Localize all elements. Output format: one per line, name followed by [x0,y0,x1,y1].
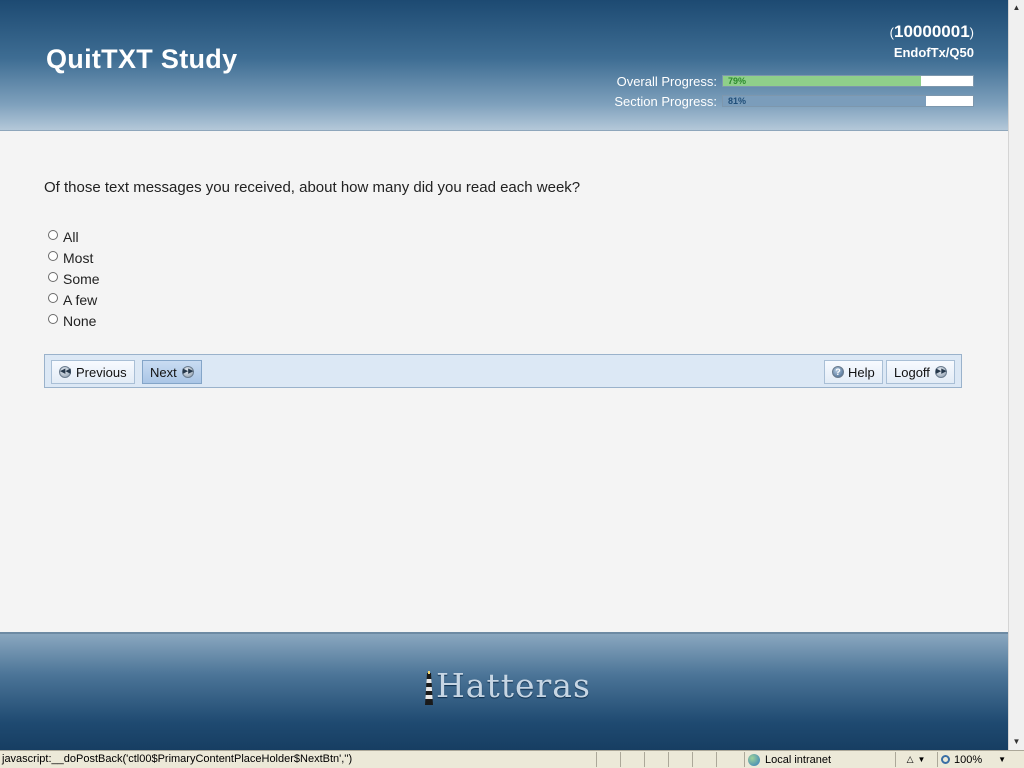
radio-button[interactable] [48,229,58,240]
zoom-control[interactable]: 100% ▼ [937,752,1006,767]
scroll-up-icon[interactable]: ▲ [1009,0,1024,16]
answer-options: All Most Some A few None [48,226,100,331]
status-cell [596,752,620,767]
status-cell [716,752,744,767]
chevron-down-icon[interactable]: ▼ [998,755,1006,764]
option-a-few[interactable]: A few [48,289,100,310]
overall-progress-fill [723,76,921,86]
status-cell [620,752,644,767]
overall-progress: Overall Progress: 79% [616,73,974,89]
app-title: QuitTXT Study [46,44,238,74]
footer-logo-text: Hatteras [436,666,591,705]
participant-close-paren: ) [969,25,974,40]
logoff-button-label: Logoff [894,364,930,380]
page-viewport: QuitTXT Study (10000001) EndofTx/Q50 Ove… [0,0,1008,750]
section-progress-bar: 81% [722,95,974,107]
survey-location: EndofTx/Q50 [893,45,974,60]
help-button-label: Help [848,364,875,380]
section-progress-fill [723,96,926,106]
section-progress-label: Section Progress: [614,93,717,109]
status-url: javascript:__doPostBack('ctl00$PrimaryCo… [2,753,353,765]
section-progress: Section Progress: 81% [614,93,974,109]
logoff-button[interactable]: Logoff ▶▶ [886,360,955,384]
next-button[interactable]: Next ▶▶ [142,360,202,384]
browser-status-bar: javascript:__doPostBack('ctl00$PrimaryCo… [0,750,1024,768]
globe-icon [748,753,760,766]
next-button-label: Next [150,364,177,380]
chevron-down-icon: ▼ [917,755,926,764]
fast-forward-circle-icon: ▶▶ [181,366,194,378]
magnifier-icon [941,755,950,764]
option-label: None [63,312,97,329]
radio-button[interactable] [48,292,58,303]
scroll-down-icon[interactable]: ▼ [1009,734,1024,750]
option-all[interactable]: All [48,226,100,247]
overall-progress-label: Overall Progress: [616,73,717,89]
footer-banner: Hatteras [0,632,1008,750]
option-label: Most [63,249,94,266]
option-label: Some [63,270,100,287]
option-label: All [63,228,79,245]
previous-button[interactable]: ◀◀ Previous [51,360,135,384]
question-circle-icon: ? [832,366,844,378]
status-cell [668,752,692,767]
radio-button[interactable] [48,271,58,282]
option-some[interactable]: Some [48,268,100,289]
overall-progress-percent: 79% [728,76,747,86]
section-progress-percent: 81% [728,96,747,106]
protected-mode-cell[interactable]: △ ▼ [895,752,936,767]
zoom-level: 100% [954,753,983,766]
navigation-bar: ◀◀ Previous Next ▶▶ ? Help Logoff ▶▶ [44,354,962,388]
lock-icon: △ [906,754,914,764]
zone-label: Local intranet [765,753,832,766]
radio-button[interactable] [48,250,58,261]
header-banner: QuitTXT Study (10000001) EndofTx/Q50 Ove… [0,0,1008,131]
previous-button-label: Previous [76,364,127,380]
vertical-scrollbar[interactable]: ▲ ▼ [1008,0,1024,750]
participant-id-value: 10000001 [894,22,970,41]
participant-id: (10000001) [890,22,974,42]
radio-button[interactable] [48,313,58,324]
option-most[interactable]: Most [48,247,100,268]
question-text: Of those text messages you received, abo… [44,179,581,196]
fast-forward-circle-icon: ▶▶ [934,366,947,378]
help-button[interactable]: ? Help [824,360,883,384]
hatteras-logo: Hatteras [424,666,591,705]
lighthouse-icon [425,671,433,705]
security-zone[interactable]: Local intranet [744,752,831,767]
rewind-circle-icon: ◀◀ [59,366,71,378]
option-none[interactable]: None [48,310,100,331]
overall-progress-bar: 79% [722,75,974,87]
option-label: A few [63,291,98,308]
status-cell [692,752,716,767]
status-cell [644,752,668,767]
